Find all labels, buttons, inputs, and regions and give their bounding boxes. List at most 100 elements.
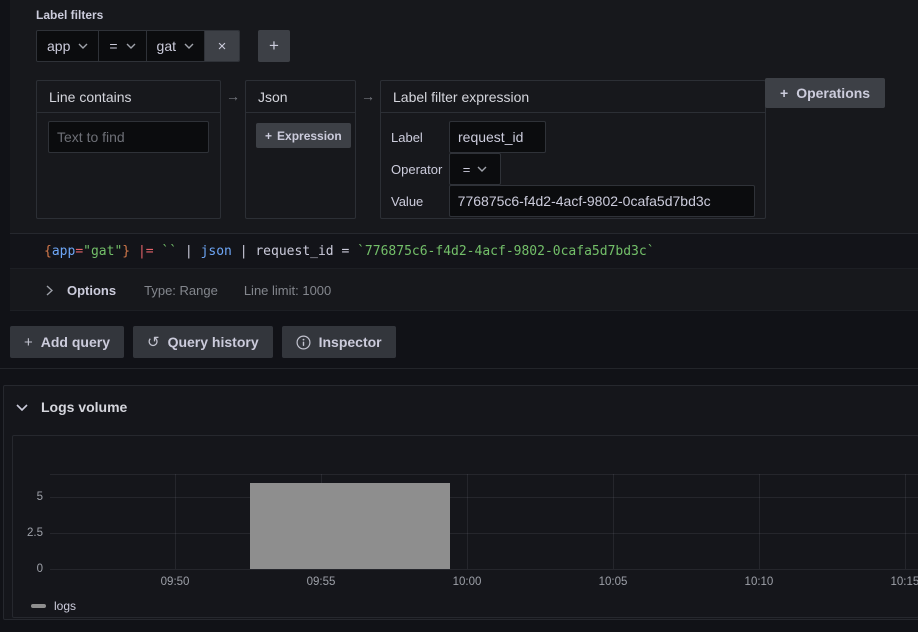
chevron-right-icon[interactable] <box>46 285 53 296</box>
y-tick-label: 2.5 <box>27 527 43 539</box>
h-gridline <box>50 569 918 570</box>
plus-icon: + <box>24 334 33 351</box>
grafana-explore-page: { "icons": { "plus": "+", "close": "×", … <box>0 0 918 632</box>
operator-field-value: = <box>463 162 471 177</box>
y-axis-labels: 02.55 <box>13 474 43 569</box>
filter-value-select[interactable]: gat <box>147 31 205 61</box>
code-token: | <box>177 244 200 259</box>
remove-filter-button[interactable]: × <box>205 31 239 61</box>
operation-card-line-contains: Line contains <box>36 80 221 219</box>
pane-divider <box>0 368 918 369</box>
operator-field-select[interactable]: = <box>449 153 501 185</box>
label-filters-heading: Label filters <box>36 8 103 22</box>
filter-value-value: gat <box>157 38 176 54</box>
code-token: = <box>75 244 83 259</box>
label-field-input[interactable] <box>449 121 546 153</box>
query-preview-code: {app="gat"} |= `` | json | request_id = … <box>44 244 655 259</box>
inspector-label: Inspector <box>319 334 382 350</box>
logs-volume-bar[interactable] <box>250 483 449 569</box>
x-axis-labels: 09:50 09:55 10:00 10:05 10:10 10:15 <box>50 576 918 590</box>
add-expression-button[interactable]: + Expression <box>256 123 351 148</box>
operation-card-title[interactable]: Label filter expression <box>381 81 765 113</box>
arrow-right-icon: → <box>356 80 380 112</box>
add-expression-label: Expression <box>277 129 342 143</box>
label-filter-group: app = gat × <box>36 30 240 62</box>
options-type: Type: Range <box>144 283 218 298</box>
operations-button-label: Operations <box>796 85 870 101</box>
add-query-button[interactable]: + Add query <box>10 326 124 358</box>
v-gridline <box>613 474 614 569</box>
code-token: | <box>232 244 255 259</box>
operation-card-label-filter-expression: Label filter expression Label Operator =… <box>380 80 766 219</box>
query-options-row: Options Type: Range Line limit: 1000 <box>10 270 918 311</box>
explore-toolbar: + Add query ↺ Query history Inspector <box>10 326 396 358</box>
query-history-button[interactable]: ↺ Query history <box>133 326 273 358</box>
plus-icon: + <box>780 85 788 101</box>
legend-swatch <box>31 604 46 608</box>
filter-label-select[interactable]: app <box>37 31 99 61</box>
operations-row: Line contains → Json + Expression → Labe… <box>36 80 766 219</box>
plot-area[interactable] <box>50 474 918 569</box>
label-filter-fields: Label Operator = Value <box>381 113 765 217</box>
v-gridline <box>175 474 176 569</box>
logs-volume-chart-frame: 02.55 09:5009:5510:0010:0510:1010:15 log… <box>12 435 918 618</box>
plus-icon: + <box>265 129 272 143</box>
code-token: |= <box>138 244 154 259</box>
add-operations-button[interactable]: + Operations <box>765 78 885 108</box>
code-token: json <box>201 244 232 259</box>
v-gridline <box>759 474 760 569</box>
operation-card-json: Json + Expression <box>245 80 356 219</box>
filter-operator-value: = <box>109 38 117 54</box>
chevron-down-icon <box>78 43 88 49</box>
x-tick-label: 10:15 <box>891 576 918 588</box>
code-token: } <box>122 244 130 259</box>
code-token: "gat" <box>83 244 122 259</box>
field-row-label: Label <box>391 121 755 153</box>
x-tick-label: 09:50 <box>161 576 190 588</box>
v-gridline <box>467 474 468 569</box>
operation-card-title[interactable]: Line contains <box>37 81 220 113</box>
query-editor-panel: Label filters app = gat × + Line con <box>10 0 918 311</box>
label-filter-row: app = gat × + <box>36 30 290 62</box>
filter-operator-select[interactable]: = <box>99 31 146 61</box>
field-row-operator: Operator = <box>391 153 755 185</box>
code-token: app <box>52 244 75 259</box>
field-row-value: Value <box>391 185 755 217</box>
field-label: Value <box>391 194 449 209</box>
code-token <box>130 244 138 259</box>
close-icon: × <box>218 38 227 55</box>
arrow-right-icon: → <box>221 80 245 112</box>
value-field-input[interactable] <box>449 185 755 217</box>
legend-label: logs <box>54 599 76 613</box>
logs-volume-panel: Logs volume 02.55 09:5009:5510:0010:0510… <box>3 385 918 620</box>
operation-card-title[interactable]: Json <box>246 81 355 113</box>
v-gridline <box>905 474 906 569</box>
field-label: Operator <box>391 162 449 177</box>
chevron-down-icon[interactable] <box>16 404 28 411</box>
legend-item-logs[interactable]: logs <box>31 599 76 613</box>
plus-icon: + <box>269 36 279 56</box>
x-tick-label: 10:05 <box>599 576 628 588</box>
chevron-down-icon <box>477 166 487 172</box>
options-line-limit: Line limit: 1000 <box>244 283 331 298</box>
query-preview-strip: {app="gat"} |= `` | json | request_id = … <box>10 233 918 269</box>
y-tick-label: 0 <box>37 563 43 575</box>
options-toggle[interactable]: Options <box>67 283 116 298</box>
code-token: `776875c6-f4d2-4acf-9802-0cafa5d7bd3c` <box>357 244 654 259</box>
logs-volume-title[interactable]: Logs volume <box>41 399 127 415</box>
y-tick-label: 5 <box>37 491 43 503</box>
h-gridline <box>50 497 918 498</box>
x-tick-label: 10:10 <box>745 576 774 588</box>
code-token: { <box>44 244 52 259</box>
logs-volume-header: Logs volume <box>16 399 127 415</box>
add-query-label: Add query <box>41 334 110 350</box>
x-tick-label: 09:55 <box>307 576 336 588</box>
code-token: request_id = <box>255 244 357 259</box>
line-contains-input[interactable] <box>48 121 209 153</box>
info-icon <box>296 335 311 350</box>
add-filter-button[interactable]: + <box>258 30 290 62</box>
x-tick-label: 10:00 <box>453 576 482 588</box>
chevron-down-icon <box>126 43 136 49</box>
plot-top-gridline <box>50 474 918 475</box>
inspector-button[interactable]: Inspector <box>282 326 396 358</box>
